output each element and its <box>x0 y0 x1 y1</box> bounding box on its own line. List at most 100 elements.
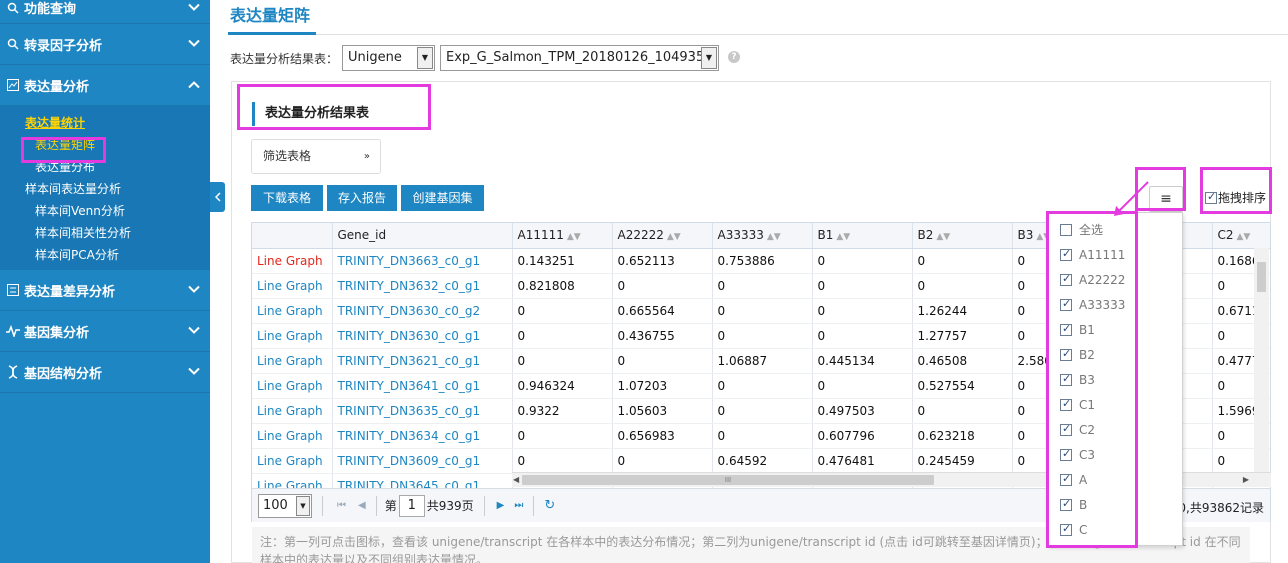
gene-id-link[interactable]: TRINITY_DN3663_c0_g1 <box>332 248 513 274</box>
last-page-icon[interactable]: ⏭ <box>514 500 523 511</box>
drag-sort-checkbox[interactable] <box>1205 190 1217 204</box>
column-toggle-button[interactable]: ≡ <box>1149 186 1183 212</box>
col-header-a11111[interactable]: A11111 ▲▼ <box>512 223 613 249</box>
nav-item-expression-stats[interactable]: 表达量统计 <box>0 112 210 134</box>
column-option-label: B <box>1079 497 1088 512</box>
nav-section-gene-structure[interactable]: 基因结构分析 <box>0 352 210 393</box>
col-header-gene-id[interactable]: Gene_id <box>332 223 513 249</box>
col-header-b1[interactable]: B1 ▲▼ <box>812 223 913 249</box>
line-graph-link[interactable]: Line Graph <box>252 348 333 374</box>
column-option[interactable]: B1 <box>1048 317 1182 342</box>
col-header-a22222[interactable]: A22222 ▲▼ <box>612 223 713 249</box>
filter-table-toggle[interactable]: 筛选表格 » <box>251 139 381 174</box>
expression-value: 0.143251 <box>512 248 613 274</box>
create-geneset-button[interactable]: 创建基因集 <box>401 185 484 211</box>
chart-icon <box>6 78 20 92</box>
expression-value: 0 <box>812 248 913 274</box>
col-header-a33333[interactable]: A33333 ▲▼ <box>712 223 813 249</box>
scroll-thumb[interactable] <box>1257 262 1266 292</box>
nav-section-geneset[interactable]: 基因集分析 <box>0 311 210 352</box>
chevron-down-icon <box>188 37 200 52</box>
help-icon[interactable]: ? <box>728 51 740 63</box>
line-graph-link[interactable]: Line Graph <box>252 273 333 299</box>
nav-section-expression-analysis[interactable]: 表达量分析 <box>0 65 210 106</box>
scroll-right-icon[interactable]: ▶ <box>1243 475 1249 484</box>
line-graph-link[interactable]: Line Graph <box>252 323 333 349</box>
line-graph-link[interactable]: Line Graph <box>252 298 333 324</box>
scroll-left-icon[interactable]: ◀ <box>513 475 519 484</box>
file-select[interactable]: Exp_G_Salmon_TPM_20180126_104935 ▼ <box>440 45 719 71</box>
gene-id-link[interactable]: TRINITY_DN3634_c0_g1 <box>332 423 513 449</box>
expression-value: 0 <box>912 248 1013 274</box>
column-checkbox[interactable] <box>1060 347 1072 361</box>
column-checkbox[interactable] <box>1060 422 1072 436</box>
page-size-value: 100 <box>263 497 288 513</box>
gene-id-link[interactable]: TRINITY_DN3632_c0_g1 <box>332 273 513 299</box>
nav-item-sample-expression[interactable]: 样本间表达量分析 <box>0 178 210 200</box>
column-option[interactable]: A33333 <box>1048 292 1182 317</box>
column-option[interactable]: A22222 <box>1048 267 1182 292</box>
gene-id-link[interactable]: TRINITY_DN3630_c0_g2 <box>332 298 513 324</box>
nav-section-tf-analysis[interactable]: 转录因子分析 <box>0 24 210 65</box>
column-option[interactable]: C1 <box>1048 392 1182 417</box>
expression-value: 0.821808 <box>512 273 613 299</box>
refresh-icon[interactable]: ↻ <box>544 498 555 513</box>
next-page-icon[interactable]: ▶ <box>497 500 505 511</box>
column-option[interactable]: C2 <box>1048 417 1182 442</box>
first-page-icon[interactable]: ⏮ <box>337 500 346 511</box>
col-header-b2[interactable]: B2 ▲▼ <box>912 223 1013 249</box>
column-checkbox[interactable] <box>1060 322 1072 336</box>
column-option[interactable]: B2 <box>1048 342 1182 367</box>
column-checkbox[interactable] <box>1060 372 1072 386</box>
column-checkbox[interactable] <box>1060 472 1072 486</box>
column-option[interactable]: B <box>1048 492 1182 517</box>
page-size-select[interactable]: 100 ▼ <box>258 493 312 518</box>
column-checkbox[interactable] <box>1060 522 1072 536</box>
column-option[interactable]: B3 <box>1048 367 1182 392</box>
column-checkbox[interactable] <box>1060 397 1072 411</box>
gene-id-link[interactable]: TRINITY_DN3641_c0_g1 <box>332 373 513 399</box>
nav-item-correlation[interactable]: 样本间相关性分析 <box>0 222 210 244</box>
expression-value: 0.64592 <box>712 448 813 474</box>
column-option[interactable]: C <box>1048 517 1182 542</box>
nav-item-expression-matrix[interactable]: 表达量矩阵 <box>0 134 210 156</box>
line-graph-link[interactable]: Line Graph <box>252 423 333 449</box>
column-checkbox[interactable] <box>1060 497 1072 511</box>
col-header-c2[interactable]: C2 ▲▼ <box>1212 223 1270 249</box>
column-checkbox[interactable] <box>1060 447 1072 461</box>
drag-sort-option[interactable]: 拖拽排序 <box>1205 189 1266 206</box>
save-report-button[interactable]: 存入报告 <box>327 185 397 211</box>
column-option-label: C3 <box>1079 447 1096 462</box>
column-checkbox[interactable] <box>1060 272 1072 286</box>
column-checkbox[interactable] <box>1060 297 1072 311</box>
line-graph-link[interactable]: Line Graph <box>252 398 333 424</box>
line-graph-link[interactable]: Line Graph <box>252 373 333 399</box>
sidebar-collapse-toggle[interactable] <box>210 182 225 212</box>
nav-item-pca[interactable]: 样本间PCA分析 <box>0 244 210 266</box>
gene-id-link[interactable]: TRINITY_DN3630_c0_g1 <box>332 323 513 349</box>
gene-id-link[interactable]: TRINITY_DN3635_c0_g1 <box>332 398 513 424</box>
current-page-input[interactable]: 1 <box>398 494 425 517</box>
gene-id-link[interactable]: TRINITY_DN3609_c0_g1 <box>332 448 513 474</box>
vertical-scrollbar[interactable] <box>1254 248 1269 472</box>
scroll-thumb[interactable]: III <box>522 475 934 485</box>
gene-id-link[interactable]: TRINITY_DN3621_c0_g1 <box>332 348 513 374</box>
line-graph-link[interactable]: Line Graph <box>252 448 333 474</box>
prev-page-icon[interactable]: ◀ <box>358 500 366 511</box>
column-option[interactable]: A <box>1048 467 1182 492</box>
type-select[interactable]: Unigene ▼ <box>342 45 435 71</box>
column-option[interactable]: C3 <box>1048 442 1182 467</box>
line-graph-link[interactable]: Line Graph <box>252 248 333 274</box>
column-option[interactable]: 全选 <box>1048 217 1182 242</box>
nav-section-diff-expression[interactable]: 表达量差异分析 <box>0 270 210 311</box>
expression-value: 0 <box>612 348 713 374</box>
nav-item-expression-distribution[interactable]: 表达量分布 <box>0 156 210 178</box>
column-checkbox[interactable] <box>1060 223 1072 236</box>
nav-item-venn[interactable]: 样本间Venn分析 <box>0 200 210 222</box>
sort-icon: ▲▼ <box>1236 232 1251 243</box>
download-table-button[interactable]: 下载表格 <box>251 185 323 211</box>
column-option[interactable]: A11111 <box>1048 242 1182 267</box>
col-header-graph <box>252 223 333 249</box>
nav-section-function-query[interactable]: 功能查询 <box>0 0 210 24</box>
column-checkbox[interactable] <box>1060 247 1072 261</box>
